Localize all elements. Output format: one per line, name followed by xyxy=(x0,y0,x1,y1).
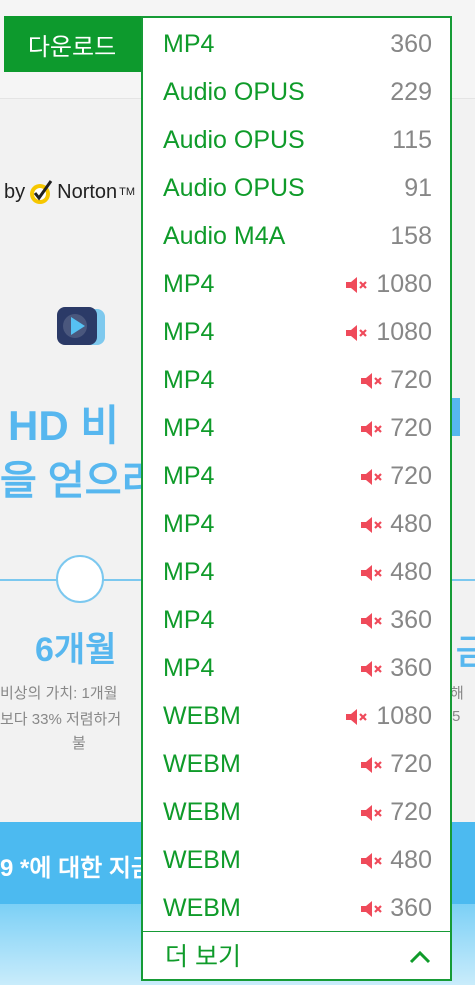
format-option-label: MP4 xyxy=(163,270,215,298)
format-option-quality: 115 xyxy=(392,126,432,154)
format-option-quality: 360 xyxy=(390,654,432,682)
show-more-row[interactable]: 더 보기 xyxy=(143,931,450,982)
speaker-muted-icon xyxy=(360,613,382,629)
format-option[interactable]: MP4 1080 xyxy=(143,260,450,308)
plan-desc-line2: 보다 33% 저렴하거 xyxy=(0,711,122,728)
format-option[interactable]: WEBM 720 xyxy=(143,740,450,788)
format-option-label: MP4 xyxy=(163,30,215,58)
format-option-quality: 360 xyxy=(390,894,432,922)
format-option[interactable]: MP4 360 xyxy=(143,644,450,692)
format-option-label: Audio OPUS xyxy=(163,78,305,106)
format-option-quality: 1080 xyxy=(376,702,432,730)
format-option-quality: 720 xyxy=(390,414,432,442)
norton-name: Norton xyxy=(57,180,118,203)
format-option[interactable]: WEBM 360 xyxy=(143,884,450,932)
speaker-muted-icon xyxy=(360,565,382,581)
format-option-quality: 360 xyxy=(390,606,432,634)
format-option[interactable]: MP4 720 xyxy=(143,404,450,452)
plan-desc-line1: 비상의 가치: 1개월 xyxy=(0,685,118,702)
hero-title-line2: 을 얻으리 xyxy=(0,459,159,503)
format-option[interactable]: Audio M4A 158 xyxy=(143,212,450,260)
norton-by-text: by xyxy=(4,180,26,203)
speaker-muted-icon xyxy=(346,325,367,341)
plan-desc-right1: 해 xyxy=(450,685,464,702)
format-option-quality: 91 xyxy=(404,174,432,202)
format-option-quality: 720 xyxy=(390,366,432,394)
format-option[interactable]: MP4 360 xyxy=(143,596,450,644)
plan-radio[interactable] xyxy=(56,555,104,603)
format-option-quality: 480 xyxy=(390,558,432,586)
hero-title-line1: HD 비 xyxy=(8,402,119,449)
plan-desc-right2: 5 xyxy=(452,708,461,725)
chevron-up-icon[interactable] xyxy=(409,950,431,964)
format-option-label: MP4 xyxy=(163,414,215,442)
speaker-muted-icon xyxy=(360,757,382,773)
format-option-quality: 1080 xyxy=(376,270,432,298)
format-option[interactable]: MP4 360 xyxy=(143,20,450,68)
speaker-muted-icon xyxy=(360,517,382,533)
format-option-label: MP4 xyxy=(163,462,215,490)
format-option[interactable]: WEBM 1080 xyxy=(143,692,450,740)
format-option[interactable]: WEBM 720 xyxy=(143,788,450,836)
format-dropdown[interactable]: 더 보기 MP4 360 Audio OPUS 229 Audio OPUS 115 Aud… xyxy=(141,16,452,981)
plan-desc-line3: 불 xyxy=(72,735,86,752)
show-more-label: 더 보기 xyxy=(165,943,241,971)
format-option-label: WEBM xyxy=(163,894,241,922)
format-option[interactable]: MP4 480 xyxy=(143,548,450,596)
format-option[interactable]: MP4 720 xyxy=(143,452,450,500)
format-option-label: MP4 xyxy=(163,510,215,538)
norton-tm: TM xyxy=(119,186,136,198)
format-option[interactable]: WEBM 480 xyxy=(143,836,450,884)
format-option-quality: 1080 xyxy=(376,318,432,346)
speaker-muted-icon xyxy=(360,421,382,437)
norton-badge: by Norton TM xyxy=(4,178,135,206)
plan-label-right: 금 xyxy=(456,634,475,672)
format-option-label: MP4 xyxy=(163,606,215,634)
format-option-label: MP4 xyxy=(163,366,215,394)
speaker-muted-icon xyxy=(360,901,382,917)
format-option[interactable]: MP4 480 xyxy=(143,500,450,548)
format-option-quality: 480 xyxy=(390,846,432,874)
speaker-muted-icon xyxy=(360,373,382,389)
format-option-quality: 720 xyxy=(390,750,432,778)
format-option-label: WEBM xyxy=(163,750,241,778)
format-option-quality: 480 xyxy=(390,510,432,538)
speaker-muted-icon xyxy=(360,469,382,485)
speaker-muted-icon xyxy=(360,805,382,821)
format-option-label: MP4 xyxy=(163,654,215,682)
format-option[interactable]: Audio OPUS 229 xyxy=(143,68,450,116)
format-option-quality: 158 xyxy=(390,222,432,250)
format-option-quality: 720 xyxy=(390,462,432,490)
format-option-quality: 360 xyxy=(390,30,432,58)
format-option-label: MP4 xyxy=(163,558,215,586)
format-option-label: Audio OPUS xyxy=(163,126,305,154)
speaker-muted-icon xyxy=(360,661,382,677)
speaker-muted-icon xyxy=(346,709,367,725)
plan-label: 6개월 xyxy=(35,631,117,669)
format-option-label: WEBM xyxy=(163,798,241,826)
format-option[interactable]: Audio OPUS 91 xyxy=(143,164,450,212)
play-logo-icon xyxy=(57,307,105,345)
download-button[interactable]: 다운로드 xyxy=(4,16,144,72)
format-option-label: Audio OPUS xyxy=(163,174,305,202)
format-option[interactable]: MP4 720 xyxy=(143,356,450,404)
purchase-banner-text: 9 *에 대한 지금 xyxy=(0,855,154,882)
norton-check-icon xyxy=(30,180,53,204)
format-option[interactable]: MP4 1080 xyxy=(143,308,450,356)
format-option-label: Audio M4A xyxy=(163,222,286,250)
format-option-quality: 229 xyxy=(390,78,432,106)
speaker-muted-icon xyxy=(360,853,382,869)
format-option-label: MP4 xyxy=(163,318,215,346)
format-option-quality: 720 xyxy=(390,798,432,826)
format-option-label: WEBM xyxy=(163,702,241,730)
speaker-muted-icon xyxy=(346,277,367,293)
format-option-label: WEBM xyxy=(163,846,241,874)
format-option[interactable]: Audio OPUS 115 xyxy=(143,116,450,164)
hero-title-fragment xyxy=(452,398,460,436)
